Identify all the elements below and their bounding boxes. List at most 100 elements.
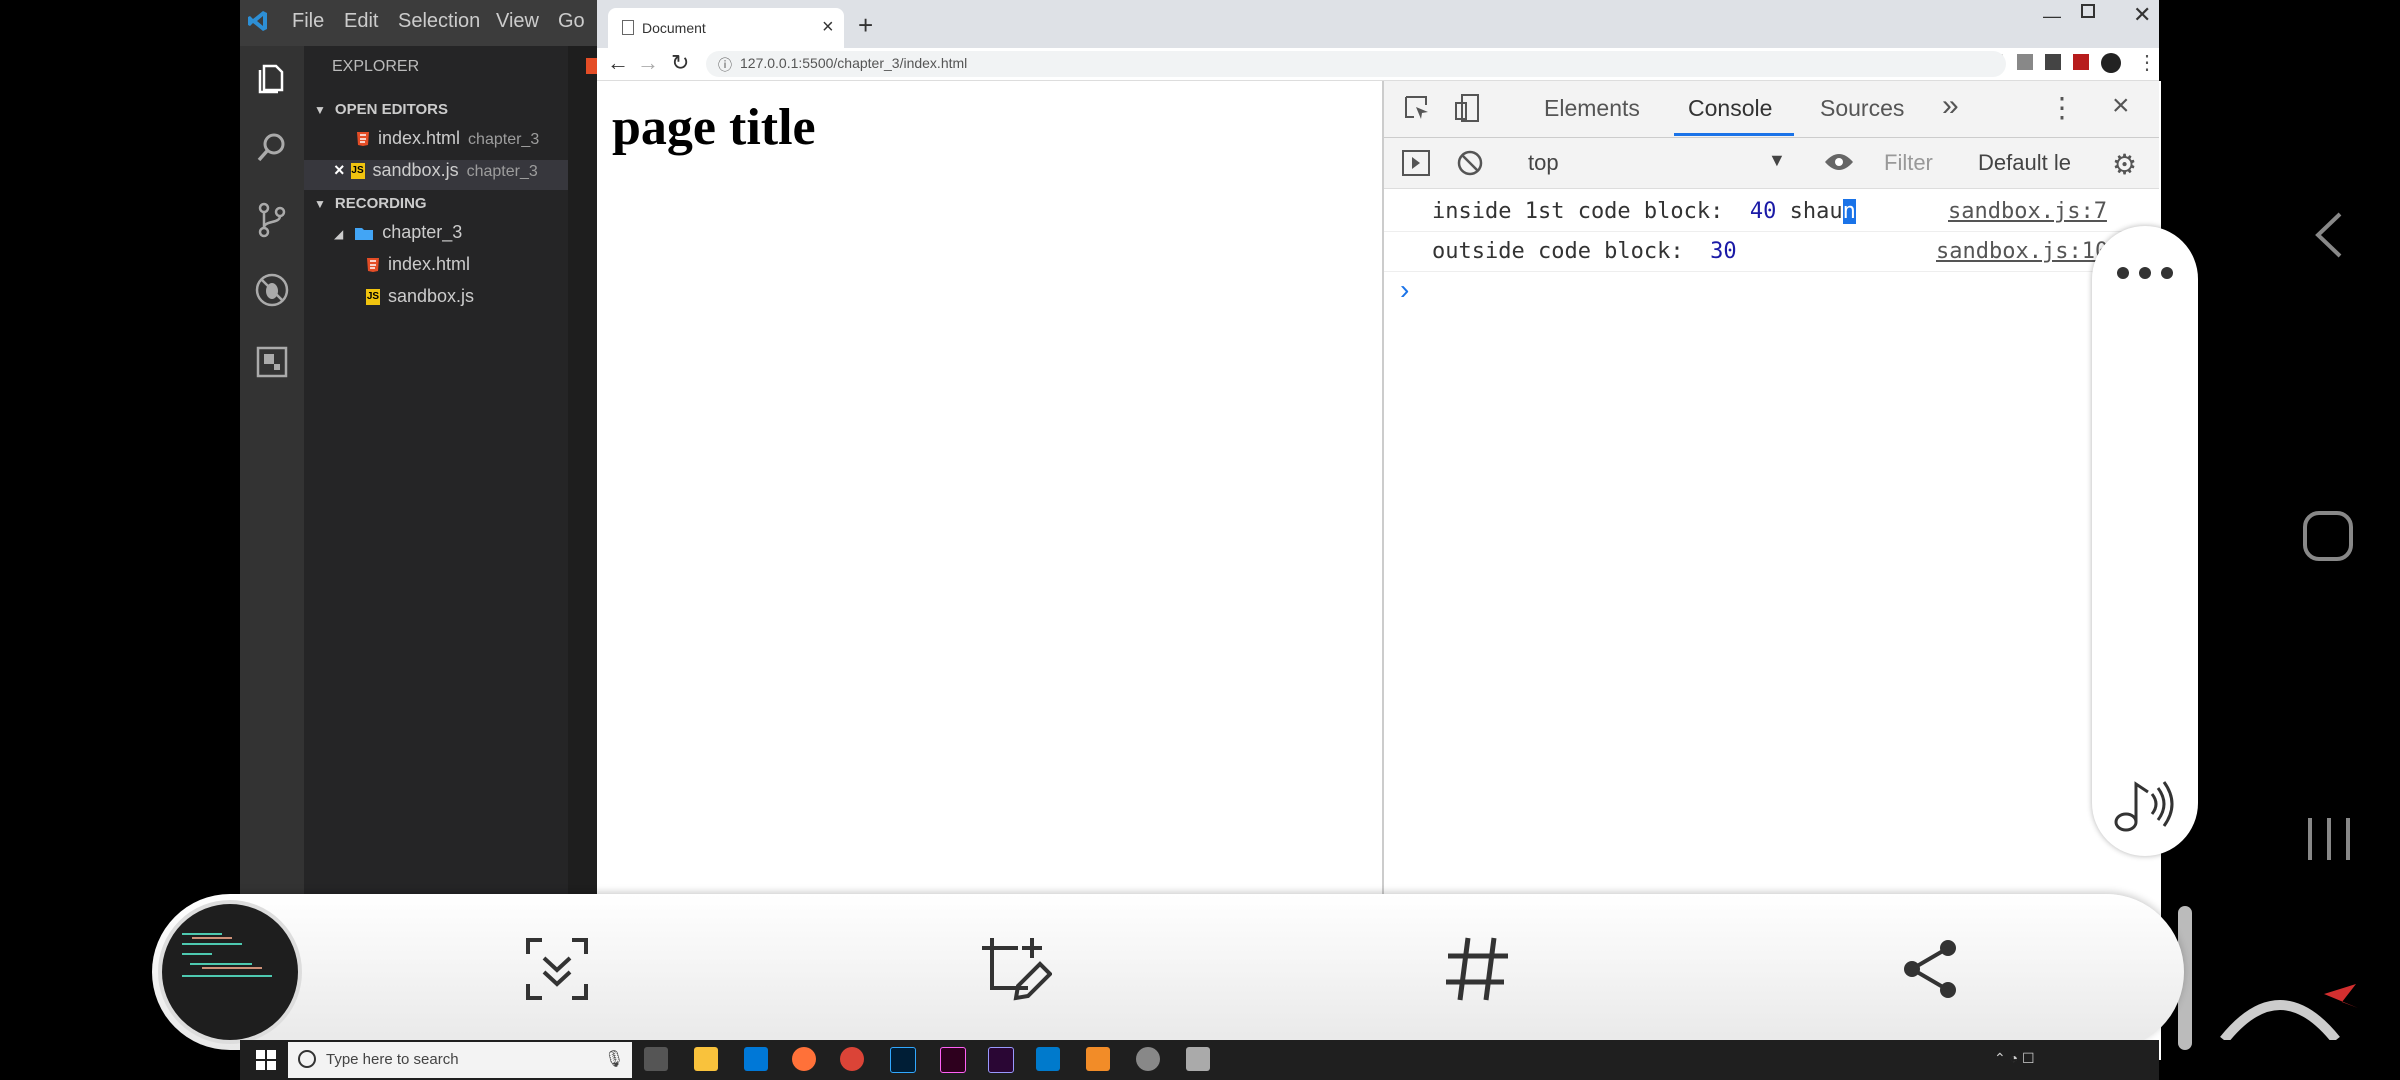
assistant-logo-icon[interactable]: [2220, 980, 2360, 1044]
recent-apps-icon[interactable]: [2306, 816, 2352, 862]
sublime-icon[interactable]: [1086, 1047, 1110, 1071]
xd-icon[interactable]: [940, 1047, 966, 1073]
info-icon[interactable]: ⓘ: [718, 55, 732, 75]
maximize-icon[interactable]: [2081, 4, 2095, 18]
file-name: sandbox.js: [388, 286, 475, 306]
device-toolbar-icon[interactable]: [1454, 93, 1484, 123]
search-icon[interactable]: [254, 130, 290, 166]
window-close-icon[interactable]: ✕: [2133, 2, 2151, 28]
home-nav-icon[interactable]: [2302, 510, 2354, 562]
chrome-icon[interactable]: [840, 1047, 864, 1071]
back-icon[interactable]: ←: [607, 50, 629, 76]
dropdown-arrow-icon[interactable]: ▼: [1768, 150, 1786, 171]
open-editor-item[interactable]: index.html chapter_3: [304, 128, 568, 158]
console-label: inside 1st code block:: [1432, 199, 1724, 224]
floating-panel: [2092, 226, 2198, 856]
menu-view[interactable]: View: [496, 10, 539, 33]
file-row[interactable]: JS sandbox.js: [304, 286, 568, 316]
context-selector[interactable]: top: [1528, 150, 1559, 176]
microphone-icon[interactable]: 🎙: [604, 1049, 624, 1069]
menu-go[interactable]: Go: [558, 10, 585, 33]
menu-edit[interactable]: Edit: [344, 10, 378, 33]
file-explorer-icon[interactable]: [694, 1047, 718, 1071]
chevron-down-icon: ▼: [314, 103, 326, 117]
screenshot-thumbnail[interactable]: [158, 900, 302, 1044]
vscode-taskbar-icon[interactable]: [1036, 1047, 1060, 1071]
tab-close-button[interactable]: ×: [822, 16, 834, 39]
vscode-titlebar: File Edit Selection View Go: [240, 0, 600, 46]
eye-icon[interactable]: [1824, 152, 1854, 172]
log-levels-dropdown[interactable]: Default le: [1978, 150, 2071, 176]
console-text: outside code block: 30: [1432, 239, 1737, 264]
crop-edit-icon[interactable]: [978, 934, 1053, 1006]
screenshot-toolbar: [152, 894, 2184, 1050]
sidebar-toggle-icon[interactable]: [1402, 150, 1430, 176]
tab-elements[interactable]: Elements: [1544, 95, 1640, 122]
source-link[interactable]: sandbox.js:10: [1936, 239, 2108, 264]
scroll-capture-icon[interactable]: [524, 936, 590, 1002]
inspect-element-icon[interactable]: [1402, 93, 1432, 123]
open-editor-item[interactable]: × JS sandbox.js chapter_3: [304, 160, 568, 190]
devtools-menu-icon[interactable]: ⋮: [2048, 91, 2076, 124]
tab-sources[interactable]: Sources: [1820, 95, 1904, 122]
system-tray[interactable]: ⌃ ◔ ☐: [1994, 1050, 2134, 1070]
recording-title: RECORDING: [334, 195, 427, 212]
clear-console-icon[interactable]: [1456, 149, 1484, 177]
browser-menu-icon[interactable]: ⋮: [2137, 50, 2157, 75]
file-row[interactable]: index.html: [304, 254, 568, 284]
active-tab-indicator: [1674, 133, 1794, 136]
folder-icon: [354, 225, 374, 241]
browser-tab[interactable]: Document ×: [608, 8, 844, 48]
premiere-icon[interactable]: [988, 1047, 1014, 1073]
extension-icon[interactable]: [2073, 54, 2089, 70]
tab-console[interactable]: Console: [1688, 95, 1772, 122]
hashtag-icon[interactable]: [1442, 934, 1512, 1004]
folder-row[interactable]: ◢ chapter_3: [304, 222, 568, 252]
explorer-files-icon[interactable]: [254, 60, 290, 96]
music-sound-icon[interactable]: [2112, 774, 2178, 834]
taskbar-search[interactable]: Type here to search 🎙: [288, 1042, 632, 1078]
settings-gear-icon[interactable]: ⚙: [2112, 148, 2137, 181]
debug-icon[interactable]: [254, 272, 290, 308]
more-tabs-button[interactable]: »: [1942, 89, 1959, 123]
address-bar[interactable]: ⓘ 127.0.0.1:5500/chapter_3/index.html: [706, 51, 2006, 77]
console-text: inside 1st code block: 40 shaun: [1432, 199, 1856, 224]
avatar[interactable]: [2101, 53, 2121, 73]
menu-selection[interactable]: Selection: [398, 10, 480, 33]
photoshop-icon[interactable]: [890, 1047, 916, 1073]
console-prompt[interactable]: ›: [1400, 274, 1409, 306]
extensions-icon[interactable]: [254, 344, 290, 380]
console-number: 40: [1749, 199, 1777, 224]
new-tab-button[interactable]: +: [858, 10, 873, 41]
tab-title: Document: [642, 20, 706, 36]
menu-file[interactable]: File: [292, 10, 324, 33]
app-icon[interactable]: [1136, 1047, 1160, 1071]
file-name: index.html: [378, 128, 461, 148]
firefox-icon[interactable]: [792, 1047, 816, 1071]
extension-icon[interactable]: [2017, 54, 2033, 70]
share-icon[interactable]: [1898, 936, 1964, 1002]
task-view-icon[interactable]: [644, 1047, 668, 1071]
devtools-close-button[interactable]: ×: [2112, 89, 2130, 123]
forward-icon[interactable]: →: [637, 50, 659, 76]
close-icon[interactable]: ×: [334, 160, 345, 180]
edge-icon[interactable]: [744, 1047, 768, 1071]
back-nav-icon[interactable]: [2310, 210, 2346, 260]
more-horizontal-icon[interactable]: [2116, 266, 2174, 280]
windows-start-icon[interactable]: [256, 1050, 276, 1070]
chevron-down-icon: ▼: [314, 197, 326, 211]
filter-input[interactable]: Filter: [1884, 150, 1933, 176]
console-toolbar: top ▼ Filter Default le ⚙: [1384, 138, 2159, 189]
app-icon[interactable]: [1186, 1047, 1210, 1071]
search-circle-icon: [298, 1050, 316, 1068]
search-placeholder: Type here to search: [326, 1051, 459, 1068]
source-link[interactable]: sandbox.js:7: [1948, 199, 2107, 224]
extension-icon[interactable]: [2045, 54, 2061, 70]
source-control-icon[interactable]: [254, 202, 290, 238]
minimize-icon[interactable]: —: [2043, 6, 2061, 27]
vscode-logo-icon: [248, 10, 268, 32]
open-editors-header[interactable]: ▼ OPEN EDITORS: [304, 98, 568, 128]
recording-header[interactable]: ▼ RECORDING: [304, 192, 568, 222]
reload-icon[interactable]: ↻: [671, 50, 689, 76]
chevron-down-icon: ◢: [334, 227, 344, 241]
